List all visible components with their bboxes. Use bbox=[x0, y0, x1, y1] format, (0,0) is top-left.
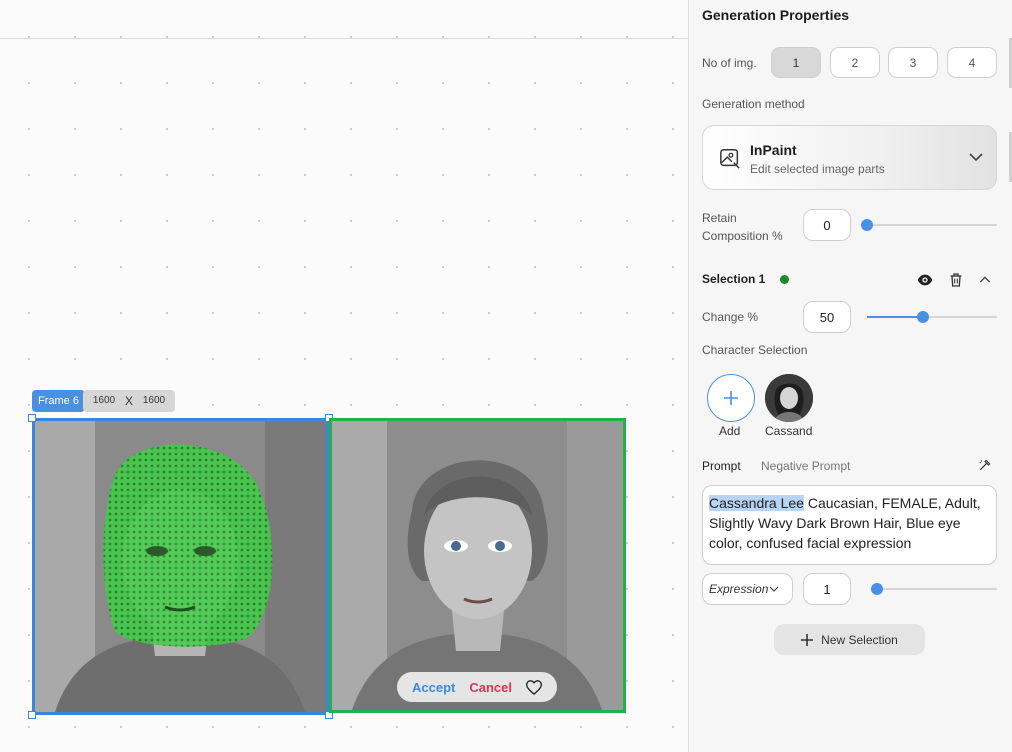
favorite-heart-icon[interactable] bbox=[526, 679, 542, 695]
cancel-button[interactable]: Cancel bbox=[469, 680, 512, 695]
no-of-img-label: No of img. bbox=[702, 56, 757, 70]
method-title: InPaint bbox=[750, 142, 797, 158]
canvas-top-divider bbox=[0, 38, 688, 39]
generation-method-dropdown[interactable]: InPaint Edit selected image parts bbox=[702, 125, 997, 190]
change-percent-label: Change % bbox=[702, 310, 759, 324]
character-name-label: Cassand bbox=[765, 424, 813, 438]
source-portrait-image bbox=[35, 421, 326, 712]
selection-color-dot bbox=[780, 275, 789, 284]
frame-width: 1600 bbox=[92, 395, 116, 406]
accept-button[interactable]: Accept bbox=[412, 680, 455, 695]
frame-height: 1600 bbox=[142, 395, 166, 406]
new-selection-button[interactable]: New Selection bbox=[774, 624, 925, 655]
result-action-bar: Accept Cancel bbox=[397, 672, 557, 702]
change-percent-slider-thumb[interactable] bbox=[917, 311, 929, 323]
result-portrait-image bbox=[332, 421, 623, 710]
trash-icon[interactable] bbox=[948, 272, 964, 288]
chevron-down-icon bbox=[769, 586, 779, 592]
img-count-option-3[interactable]: 3 bbox=[888, 47, 938, 78]
tab-prompt[interactable]: Prompt bbox=[702, 459, 741, 473]
result-image-frame[interactable] bbox=[329, 418, 626, 713]
frame-label[interactable]: Frame 6 bbox=[32, 390, 85, 412]
expression-select-value: Expression bbox=[709, 582, 769, 596]
retain-label-line2: Composition % bbox=[702, 229, 783, 243]
frame-size-separator: X bbox=[124, 394, 133, 408]
retain-composition-slider-thumb[interactable] bbox=[861, 219, 873, 231]
resize-handle-top-left[interactable] bbox=[28, 414, 36, 422]
generation-properties-panel: Generation Properties No of img. 1 2 3 4… bbox=[688, 0, 1012, 752]
inpaint-icon bbox=[720, 149, 740, 169]
character-avatar[interactable] bbox=[765, 374, 813, 422]
plus-icon bbox=[724, 391, 738, 405]
eye-icon[interactable] bbox=[917, 272, 933, 288]
generation-method-label: Generation method bbox=[702, 97, 805, 111]
chevron-up-icon[interactable] bbox=[977, 272, 993, 288]
character-selection-label: Character Selection bbox=[702, 343, 808, 357]
prompt-textarea[interactable]: Cassandra Lee Caucasian, FEMALE, Adult, … bbox=[702, 485, 997, 565]
change-percent-input[interactable]: 50 bbox=[803, 301, 851, 333]
change-percent-slider-fill bbox=[867, 316, 923, 318]
chevron-down-icon bbox=[969, 153, 983, 162]
add-character-button[interactable] bbox=[707, 374, 755, 422]
retain-label-line1: Retain bbox=[702, 211, 737, 225]
expression-select[interactable]: Expression bbox=[702, 573, 793, 605]
selection-title: Selection 1 bbox=[702, 272, 766, 286]
expression-slider-thumb[interactable] bbox=[871, 583, 883, 595]
new-selection-label: New Selection bbox=[821, 632, 898, 647]
plus-icon bbox=[801, 633, 814, 646]
add-character-label: Add bbox=[719, 424, 741, 438]
retain-composition-input[interactable]: 0 bbox=[803, 209, 851, 241]
img-count-option-4[interactable]: 4 bbox=[947, 47, 997, 78]
retain-composition-label: Retain Composition % bbox=[702, 209, 783, 245]
tab-negative-prompt[interactable]: Negative Prompt bbox=[761, 459, 850, 473]
expression-slider-track[interactable] bbox=[873, 588, 997, 590]
character-avatar-image bbox=[765, 374, 813, 422]
method-subtitle: Edit selected image parts bbox=[750, 162, 885, 176]
img-count-option-1[interactable]: 1 bbox=[771, 47, 821, 78]
img-count-option-2[interactable]: 2 bbox=[830, 47, 880, 78]
prompt-highlighted-text: Cassandra Lee bbox=[709, 495, 804, 511]
magic-wand-icon[interactable] bbox=[978, 458, 992, 472]
panel-title: Generation Properties bbox=[702, 7, 850, 23]
retain-composition-slider-track[interactable] bbox=[867, 224, 997, 226]
frame-size-badge: 1600 X 1600 bbox=[83, 390, 175, 412]
source-image-frame[interactable] bbox=[32, 418, 329, 715]
resize-handle-bottom-left[interactable] bbox=[28, 711, 36, 719]
expression-weight-input[interactable]: 1 bbox=[803, 573, 851, 605]
